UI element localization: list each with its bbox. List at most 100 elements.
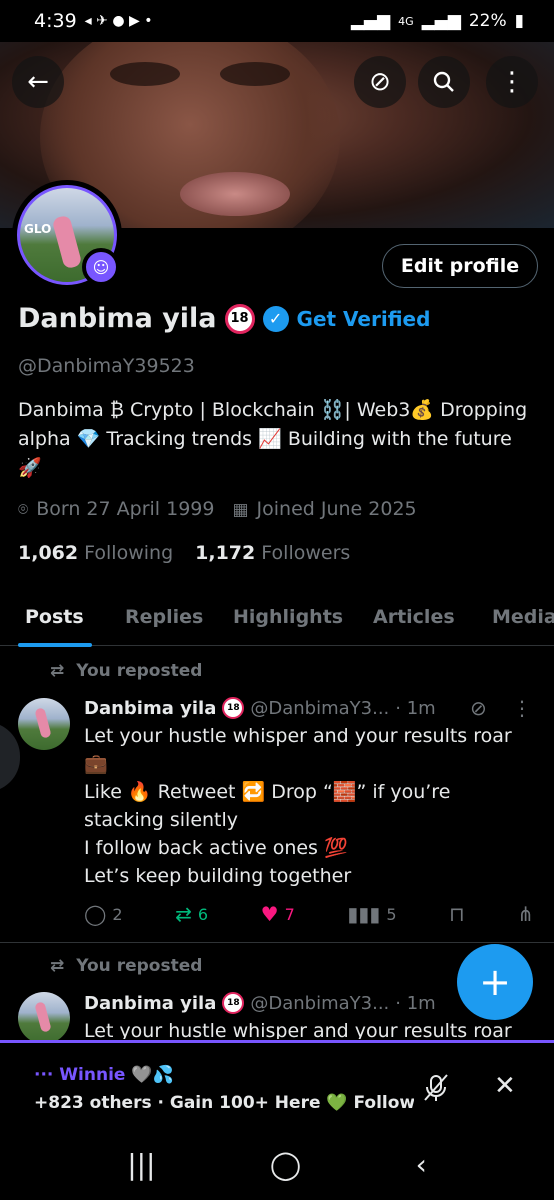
banner-detail-3 (180, 172, 290, 216)
grok-icon[interactable]: ⊘ (470, 696, 487, 720)
like-count: 7 (284, 904, 295, 924)
no-under-18-icon: 18 (222, 992, 245, 1014)
avatar-detail: GLO (24, 222, 52, 236)
post-time: · 1m (395, 697, 436, 719)
bookmark-icon: ⊓ (449, 902, 465, 926)
post-header: Danbima yila 18 @DanbimaY3... · 1m (84, 992, 436, 1014)
back-arrow-icon[interactable]: ← (12, 56, 64, 108)
repost-label: You reposted (76, 661, 203, 681)
repost-label: You reposted (76, 956, 203, 976)
post-line: stacking silently (84, 809, 239, 831)
post-author-handle: @DanbimaY3... (250, 697, 390, 719)
post-line: I follow back active ones 💯 (84, 837, 348, 859)
compose-post-button[interactable]: + (457, 944, 533, 1020)
status-time: 4:39 (34, 10, 77, 32)
edit-profile-button[interactable]: Edit profile (382, 244, 538, 288)
post-line: Let’s keep building together (84, 865, 352, 887)
post-text: Let your hustle whisper and your results… (84, 722, 534, 890)
reply-button[interactable]: ◯ 2 (84, 902, 123, 926)
post-header: Danbima yila 18 @DanbimaY3... · 1m (84, 697, 436, 719)
location-pin-icon: ⌾ (18, 500, 29, 520)
spaces-subtitle: +823 others · Gain 100+ Here 💚 Follow ..… (34, 1093, 414, 1113)
follow-stats: 1,062 Following 1,172 Followers (18, 542, 350, 564)
post-avatar[interactable] (18, 992, 70, 1044)
like-button[interactable]: ♥ 7 (261, 902, 295, 926)
get-verified-link[interactable]: Get Verified (297, 307, 431, 331)
more-options-icon[interactable]: ⋮ (486, 56, 538, 108)
repost-icon: ⇄ (175, 902, 192, 926)
post-actions: ◯ 2 ⇄ 6 ♥ 7 ▮▮▮ 5 ⊓ ⋔ (84, 902, 534, 926)
views-button[interactable]: ▮▮▮ 5 (347, 902, 396, 926)
view-count: 5 (386, 904, 397, 924)
profile-bio: Danbima ₿ Crypto | Blockchain ⛓️| Web3💰 … (18, 399, 528, 479)
post-author-handle: @DanbimaY3... (250, 992, 390, 1014)
post-line: Let your hustle whisper and your results… (84, 1020, 512, 1039)
notification-icons: ◂ ✈ ● ▶ • (84, 13, 153, 29)
home-icon[interactable]: ◯ (270, 1148, 301, 1181)
system-nav-bar: ||| ◯ ‹ (0, 1128, 554, 1200)
profile-tabs: Posts Replies Highlights Articles Media (0, 598, 554, 646)
tab-posts[interactable]: Posts (25, 598, 84, 636)
spaces-host: ··· Winnie 🩶💦 (34, 1065, 174, 1085)
post-line: Let your hustle whisper and your results… (84, 725, 512, 747)
calendar-icon: ▦ (232, 500, 249, 520)
birth-date: Born 27 April 1999 (36, 498, 215, 520)
post-author-name[interactable]: Danbima yila (84, 993, 216, 1014)
followers-label: Followers (261, 542, 351, 564)
back-icon[interactable]: ‹ (416, 1148, 427, 1181)
active-tab-indicator (18, 643, 92, 647)
close-icon[interactable]: ✕ (494, 1071, 516, 1101)
banner-detail-2 (220, 62, 290, 86)
no-under-18-icon: 18 (222, 697, 245, 719)
post-more-icon[interactable]: ⋮ (512, 696, 532, 720)
scroll-handle[interactable] (0, 722, 20, 792)
reply-count: 2 (112, 904, 123, 924)
post-avatar[interactable] (18, 698, 70, 750)
bookmark-button[interactable]: ⊓ (449, 902, 465, 926)
tab-replies[interactable]: Replies (125, 598, 203, 636)
repost-indicator: ⇄ You reposted (50, 956, 202, 976)
join-date: Joined June 2025 (256, 498, 417, 520)
repost-icon: ⇄ (50, 661, 65, 681)
banner-detail (110, 62, 180, 86)
signal-icon-2: ▂▄▆ (421, 11, 461, 31)
avatar-badge-icon[interactable]: ☺ (82, 248, 120, 286)
post-divider (0, 942, 554, 943)
heart-icon: ♥ (260, 902, 279, 926)
repost-button[interactable]: ⇄ 6 (175, 902, 208, 926)
grok-icon[interactable]: ⊘ (354, 56, 406, 108)
repost-count: 6 (197, 904, 209, 924)
share-button[interactable]: ⋔ (517, 902, 534, 926)
mic-muted-icon[interactable] (422, 1073, 450, 1109)
post-text: Let your hustle whisper and your results… (84, 1017, 534, 1039)
battery-percent: 22% (468, 11, 507, 31)
followers-count: 1,172 (195, 542, 256, 564)
post-line: 💼 (84, 753, 108, 775)
signal-icon: ▂▄▆ (350, 11, 391, 31)
tab-highlights[interactable]: Highlights (233, 598, 343, 636)
post-line: Like 🔥 Retweet 🔁 Drop “🧱” if you’re (84, 781, 451, 803)
search-icon[interactable] (418, 56, 470, 108)
recent-apps-icon[interactable]: ||| (127, 1148, 155, 1181)
network-type: 4G (398, 14, 414, 28)
views-icon: ▮▮▮ (347, 902, 381, 926)
battery-icon: ▮ (514, 11, 524, 31)
avatar-figure (51, 214, 83, 270)
spaces-dock[interactable]: ··· Winnie 🩶💦 +823 others · Gain 100+ He… (0, 1040, 554, 1128)
following-label: Following (84, 542, 174, 564)
status-bar: 4:39 ◂ ✈ ● ▶ • ▂▄▆ 4G ▂▄▆ 22% ▮ (0, 0, 554, 42)
profile-handle: @DanbimaY39523 (18, 355, 195, 377)
profile-meta: ⌾ Born 27 April 1999 ▦ Joined June 2025 (18, 498, 417, 520)
post-author-name[interactable]: Danbima yila (84, 698, 216, 719)
profile-name: Danbima yila (18, 303, 217, 334)
tab-media[interactable]: Media (492, 598, 554, 636)
repost-icon: ⇄ (50, 956, 65, 976)
followers-link[interactable]: 1,172 Followers (195, 542, 350, 564)
share-icon: ⋔ (517, 902, 534, 926)
following-link[interactable]: 1,062 Following (18, 542, 173, 564)
reply-icon: ◯ (84, 902, 107, 926)
profile-name-row: Danbima yila 18 ✓ Get Verified (18, 303, 430, 334)
following-count: 1,062 (18, 542, 79, 564)
verified-badge-icon[interactable]: ✓ (262, 305, 289, 332)
tab-articles[interactable]: Articles (373, 598, 455, 636)
